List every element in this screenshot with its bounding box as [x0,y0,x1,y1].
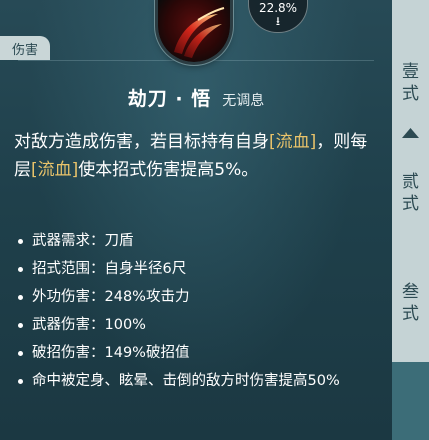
blade-slash-icon [174,7,225,58]
form-sidebar: 壹式 贰式 叁式 [392,0,429,440]
skill-title-row: 劫刀 · 悟 无调息 [0,84,392,111]
stat-weapon-requirement: 武器需求：刀盾 [16,232,366,251]
bleed-keyword[interactable]: [流血] [269,132,316,152]
skill-subtitle: 无调息 [222,93,265,109]
stat-conditional-bonus: 命中被定身、眩晕、击倒的敌方时伤害提高50% [16,372,366,391]
download-progress-badge[interactable]: 22.8% ⭳ [248,0,308,33]
tab-form-2[interactable]: 贰式 [392,160,429,226]
stat-break-damage: 破招伤害：149%破招值 [16,344,366,363]
tab-form-3[interactable]: 叁式 [392,270,429,336]
stat-external-damage: 外功伤害：248%攻击力 [16,288,366,307]
download-icon: ⭳ [275,14,281,28]
skill-description: 对敌方造成伤害，若目标持有自身[流血]，则每层[流血]使本招式伤害提高5%。 [14,132,368,180]
stat-weapon-damage: 武器伤害：100% [16,316,366,335]
skill-icon[interactable] [158,0,230,62]
tab-form-1[interactable]: 壹式 [392,50,429,116]
skill-name: 劫刀 · 悟 [127,88,212,110]
category-tag: 伤害 [0,36,50,60]
sidebar-bottom-block [392,362,429,440]
skill-stats-list: 武器需求：刀盾 招式范围：自身半径6尺 外功伤害：248%攻击力 武器伤害：10… [16,232,366,400]
skill-tooltip-panel: 伤害 22.8% ⭳ 劫刀 · 悟 无调息 对敌方造成伤害，若目标持有自身[流血… [0,0,392,440]
stat-range: 招式范围：自身半径6尺 [16,260,366,279]
bleed-keyword[interactable]: [流血] [31,160,78,180]
selection-marker-icon [402,128,419,138]
